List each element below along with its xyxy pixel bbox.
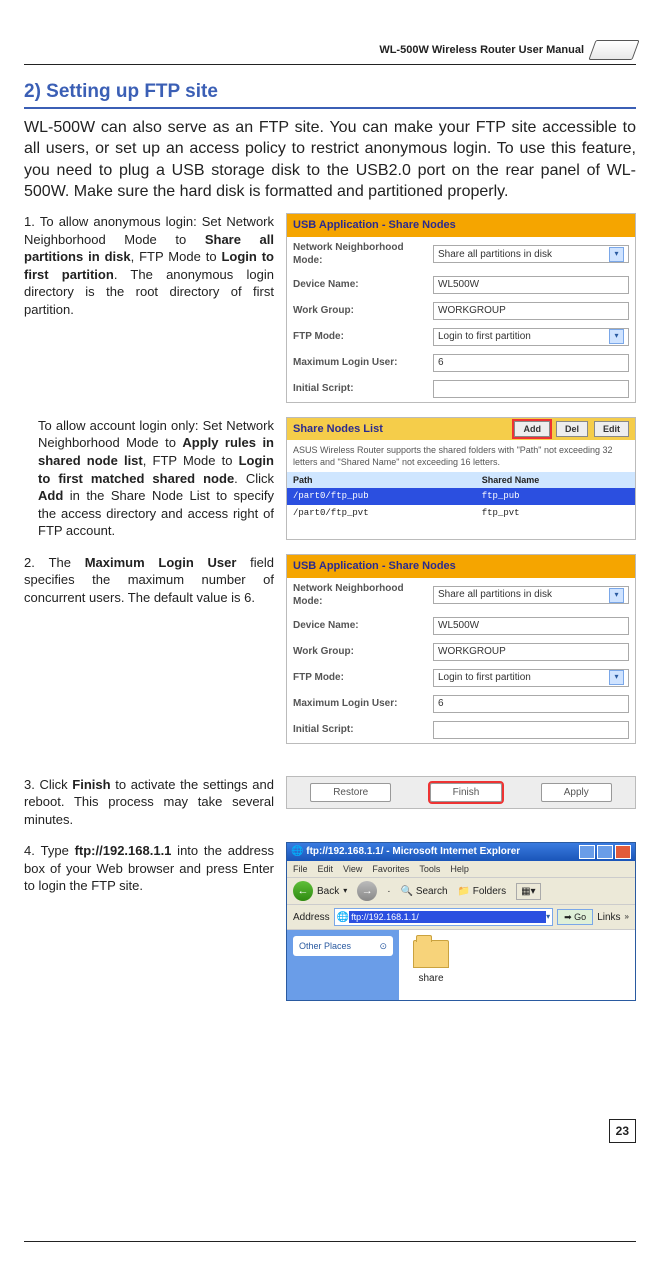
input-workgroup[interactable] <box>433 302 629 320</box>
share-nodes-list-panel: Share Nodes List Add Del Edit ASUS Wirel… <box>286 417 636 540</box>
chevron-down-icon: ▾ <box>609 329 624 344</box>
sidebar-other-places[interactable]: Other Places ⊙ <box>293 936 393 956</box>
add-button[interactable]: Add <box>514 421 550 437</box>
folder-label: share <box>413 972 449 986</box>
links-label[interactable]: Links <box>597 911 620 925</box>
step-1a: 1. To allow anonymous login: Set Network… <box>24 213 274 318</box>
ie-sidebar: Other Places ⊙ <box>287 930 399 1000</box>
label-workgroup: Work Group: <box>293 304 433 318</box>
section-title: 2) Setting up FTP site <box>24 79 636 109</box>
menu-favorites[interactable]: Favorites <box>372 863 409 875</box>
label-maxuser: Maximum Login User: <box>293 356 433 370</box>
chevron-down-icon: ▾ <box>609 670 624 685</box>
menu-help[interactable]: Help <box>450 863 469 875</box>
label-device: Device Name: <box>293 278 433 292</box>
chevron-down-icon: ▾ <box>609 247 624 262</box>
label-workgroup: Work Group: <box>293 645 433 659</box>
share-nodes-panel-2: USB Application - Share Nodes Network Ne… <box>286 554 636 744</box>
chevron-down-icon: ▾ <box>609 588 624 603</box>
share-list-desc: ASUS Wireless Router supports the shared… <box>287 440 635 472</box>
ie-menu-bar: File Edit View Favorites Tools Help <box>287 861 635 878</box>
select-mode[interactable]: Share all partitions in disk▾ <box>433 245 629 263</box>
router-icon <box>588 40 639 60</box>
select-ftpmode[interactable]: Login to first partition▾ <box>433 328 629 346</box>
input-device[interactable] <box>433 617 629 635</box>
menu-edit[interactable]: Edit <box>318 863 334 875</box>
folders-icon[interactable]: 📁 Folders <box>458 885 507 899</box>
maximize-icon[interactable] <box>597 845 613 859</box>
share-list-title: Share Nodes List <box>293 422 383 437</box>
menu-file[interactable]: File <box>293 863 308 875</box>
restore-button[interactable]: Restore <box>310 783 391 803</box>
label-maxuser: Maximum Login User: <box>293 697 433 711</box>
chevron-icon: ⊙ <box>379 940 387 952</box>
menu-view[interactable]: View <box>343 863 362 875</box>
address-label: Address <box>293 911 330 925</box>
del-button[interactable]: Del <box>556 421 588 437</box>
ie-window: 🌐 ftp://192.168.1.1/ - Microsoft Interne… <box>286 842 636 1001</box>
search-icon[interactable]: 🔍 Search <box>401 885 448 899</box>
step-4: 4. Type ftp://192.168.1.1 into the addre… <box>24 842 274 895</box>
select-mode[interactable]: Share all partitions in disk▾ <box>433 586 629 604</box>
edit-button[interactable]: Edit <box>594 421 629 437</box>
input-workgroup[interactable] <box>433 643 629 661</box>
label-mode: Network Neighborhood Mode: <box>293 582 433 609</box>
close-icon[interactable] <box>615 845 631 859</box>
header-rule <box>24 64 636 65</box>
input-maxuser[interactable] <box>433 695 629 713</box>
menu-tools[interactable]: Tools <box>419 863 440 875</box>
input-script[interactable] <box>433 721 629 739</box>
input-maxuser[interactable] <box>433 354 629 372</box>
back-button[interactable]: Back <box>317 885 339 899</box>
panel-title: USB Application - Share Nodes <box>287 214 635 237</box>
label-ftpmode: FTP Mode: <box>293 330 433 344</box>
address-input[interactable]: 🌐 ftp://192.168.1.1/ ▾ <box>334 908 553 926</box>
forward-icon[interactable]: → <box>357 881 377 901</box>
action-button-bar: Restore Finish Apply <box>286 776 636 810</box>
minimize-icon[interactable] <box>579 845 595 859</box>
label-mode: Network Neighborhood Mode: <box>293 241 433 268</box>
ie-window-title: ftp://192.168.1.1/ - Microsoft Internet … <box>306 846 520 857</box>
input-script[interactable] <box>433 380 629 398</box>
folder-icon[interactable] <box>413 940 449 968</box>
globe-icon: 🌐 <box>291 846 306 857</box>
ie-toolbar: ← Back ▾ → · 🔍 Search 📁 Folders ▦▾ <box>287 878 635 905</box>
step-2: 2. The Maximum Login User field specifie… <box>24 554 274 607</box>
table-row[interactable]: /part0/ftp_pvt ftp_pvt <box>287 505 635 521</box>
input-device[interactable] <box>433 276 629 294</box>
back-icon[interactable]: ← <box>293 881 313 901</box>
panel-title: USB Application - Share Nodes <box>287 555 635 578</box>
globe-icon: 🌐 <box>337 911 349 925</box>
label-ftpmode: FTP Mode: <box>293 671 433 685</box>
page-number: 23 <box>609 1119 636 1143</box>
step-3: 3. Click Finish to activate the settings… <box>24 776 274 829</box>
label-device: Device Name: <box>293 619 433 633</box>
apply-button[interactable]: Apply <box>541 783 612 803</box>
step-1b: To allow account login only: Set Network… <box>24 417 274 540</box>
intro-paragraph: WL-500W can also serve as an FTP site. Y… <box>24 117 636 203</box>
share-table-header: Path Shared Name <box>287 472 635 488</box>
views-icon[interactable]: ▦▾ <box>516 883 540 901</box>
finish-button[interactable]: Finish <box>430 783 503 803</box>
table-row[interactable]: /part0/ftp_pub ftp_pub <box>287 488 635 504</box>
manual-title: WL-500W Wireless Router User Manual <box>379 43 584 58</box>
footer-rule <box>24 1241 636 1242</box>
go-button[interactable]: ➡ Go <box>557 909 593 925</box>
label-script: Initial Script: <box>293 723 433 737</box>
share-nodes-panel-1: USB Application - Share Nodes Network Ne… <box>286 213 636 403</box>
label-script: Initial Script: <box>293 382 433 396</box>
select-ftpmode[interactable]: Login to first partition▾ <box>433 669 629 687</box>
